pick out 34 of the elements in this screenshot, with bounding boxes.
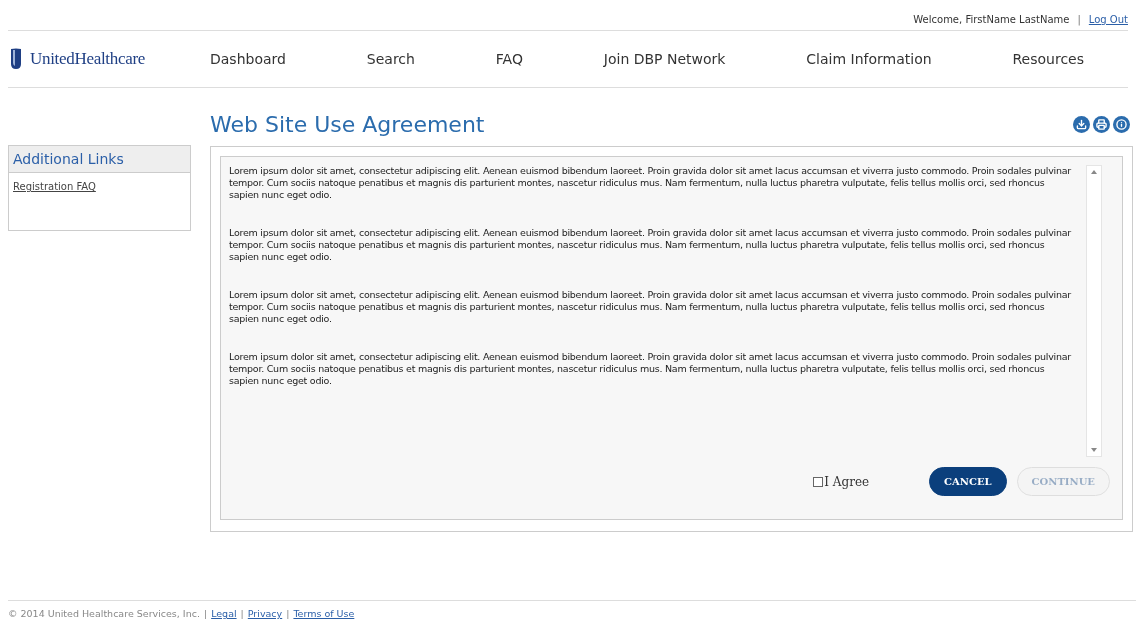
download-icon[interactable] bbox=[1073, 115, 1090, 133]
agreement-paragraph: Lorem ipsum dolor sit amet, consectetur adipiscing elit. Aenean euismod bibendum laoreet. Proin gravida dolor sit amet lacus accumsan et viverra justo commodo. Proin sodales pulvinar tempor. Cum sociis natoque penatibus et magnis dis parturient montes, nascetur ridiculus mus. Nam fermentum, nulla luctus pharetra vulputate, felis tellus mollis orci, sed rhoncus sapien nunc eget odio. bbox=[229, 227, 1072, 263]
sidebar-link[interactable]: Registration FAQ bbox=[9, 173, 190, 194]
scroll-down-icon[interactable] bbox=[1091, 448, 1097, 452]
scrollbar[interactable] bbox=[1086, 165, 1102, 457]
agreement-paragraph: Lorem ipsum dolor sit amet, consectetur adipiscing elit. Aenean euismod bibendum laoreet. Proin gravida dolor sit amet lacus accumsan et viverra justo commodo. Proin sodales pulvinar tempor. Cum sociis natoque penatibus et magnis dis parturient montes, nascetur ridiculus mus. Nam fermentum, nulla luctus pharetra vulputate, felis tellus mollis orci, sed rhoncus sapien nunc eget odio. bbox=[229, 351, 1072, 387]
logout-link[interactable]: Log Out bbox=[1088, 11, 1128, 27]
scroll-up-icon[interactable] bbox=[1091, 170, 1097, 174]
copyright-text: © 2014 United Healthcare Services, Inc. bbox=[8, 607, 200, 621]
shield-logo-icon bbox=[10, 48, 22, 70]
footer-link[interactable]: Legal bbox=[211, 607, 237, 621]
agreement-paragraph: Lorem ipsum dolor sit amet, consectetur adipiscing elit. Aenean euismod bibendum laoreet. Proin gravida dolor sit amet lacus accumsan et viverra justo commodo. Proin sodales pulvinar tempor. Cum sociis natoque penatibus et magnis dis parturient montes, nascetur ridiculus mus. Nam fermentum, nulla luctus pharetra vulputate, felis tellus mollis orci, sed rhoncus sapien nunc eget odio. bbox=[229, 289, 1072, 325]
brand-logo-text[interactable]: UnitedHealthcare bbox=[30, 46, 146, 72]
agree-label: I Agree bbox=[824, 473, 870, 491]
agree-checkbox[interactable] bbox=[813, 476, 824, 487]
printer-icon[interactable] bbox=[1093, 115, 1110, 133]
nav-link[interactable]: Resources bbox=[1006, 48, 1090, 70]
nav-link[interactable]: Claim Information bbox=[800, 48, 938, 70]
separator-text: | bbox=[286, 607, 290, 621]
panel-title: Additional Links bbox=[13, 149, 124, 169]
separator-text: | bbox=[1077, 12, 1081, 27]
nav-link[interactable]: Search bbox=[360, 48, 421, 70]
separator-text: | bbox=[203, 607, 208, 621]
info-icon[interactable] bbox=[1113, 115, 1130, 133]
welcome-text: Welcome, FirstName LastName bbox=[913, 12, 1070, 27]
nav-link[interactable]: Dashboard bbox=[204, 48, 292, 70]
footer-link[interactable]: Terms of Use bbox=[293, 607, 355, 621]
footer-link[interactable]: Privacy bbox=[247, 607, 283, 621]
page-title: Web Site Use Agreement bbox=[210, 110, 485, 139]
cancel-button[interactable]: CANCEL bbox=[929, 467, 1007, 496]
nav-link[interactable]: FAQ bbox=[489, 48, 529, 70]
nav-link[interactable]: Join DBP Network bbox=[597, 48, 732, 70]
agreement-paragraph: Lorem ipsum dolor sit amet, consectetur adipiscing elit. Aenean euismod bibendum laoreet. Proin gravida dolor sit amet lacus accumsan et viverra justo commodo. Proin sodales pulvinar tempor. Cum sociis natoque penatibus et magnis dis parturient montes, nascetur ridiculus mus. Nam fermentum, nulla luctus pharetra vulputate, felis tellus mollis orci, sed rhoncus sapien nunc eget odio. bbox=[229, 165, 1072, 201]
separator-text: | bbox=[240, 607, 244, 621]
